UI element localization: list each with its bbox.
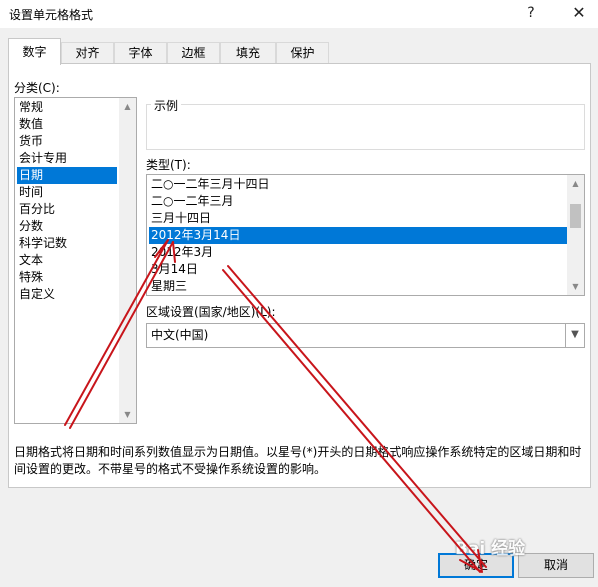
scroll-up-icon[interactable]: ▲ xyxy=(119,98,136,115)
locale-select[interactable]: 中文(中国) ▼ xyxy=(146,323,585,348)
baidu-watermark: Bai 经验 xyxy=(455,539,526,559)
category-item[interactable]: 会计专用 xyxy=(17,150,119,167)
type-list[interactable]: 二○一二年三月十四日 二○一二年三月 三月十四日 2012年3月14日 2012… xyxy=(146,174,585,296)
category-item[interactable]: 自定义 xyxy=(17,286,119,303)
scroll-down-icon[interactable]: ▼ xyxy=(567,278,584,295)
category-scrollbar[interactable]: ▲ ▼ xyxy=(119,98,136,423)
type-item[interactable]: 2012年3月 xyxy=(149,244,563,261)
scroll-thumb[interactable] xyxy=(570,204,581,228)
category-item[interactable]: 百分比 xyxy=(17,201,119,218)
cancel-button[interactable]: 取消 xyxy=(518,553,594,578)
format-description: 日期格式将日期和时间系列数值显示为日期值。以星号(*)开头的日期格式响应操作系统… xyxy=(14,445,582,476)
dialog-title: 设置单元格格式 xyxy=(9,8,94,22)
category-item[interactable]: 科学记数 xyxy=(17,235,119,252)
tab-font[interactable]: 字体 xyxy=(114,42,167,64)
category-list[interactable]: 常规 数值 货币 会计专用 日期 时间 百分比 分数 科学记数 文本 特殊 自定… xyxy=(14,97,137,424)
tab-fill[interactable]: 填充 xyxy=(220,42,276,64)
category-item[interactable]: 特殊 xyxy=(17,269,119,286)
category-item[interactable]: 文本 xyxy=(17,252,119,269)
type-scrollbar[interactable]: ▲ ▼ xyxy=(567,175,584,295)
locale-label: 区域设置(国家/地区)(L): xyxy=(146,305,276,319)
locale-value: 中文(中国) xyxy=(151,328,209,342)
category-label: 分类(C): xyxy=(14,81,60,95)
category-item[interactable]: 数值 xyxy=(17,116,119,133)
help-button[interactable]: ? xyxy=(518,1,544,25)
type-item[interactable]: 二○一二年三月十四日 xyxy=(149,176,563,193)
sample-label: 示例 xyxy=(151,97,182,114)
type-item-selected[interactable]: 2012年3月14日 xyxy=(149,227,567,244)
type-item[interactable]: 星期三 xyxy=(149,278,563,295)
scroll-up-icon[interactable]: ▲ xyxy=(567,175,584,192)
scroll-down-icon[interactable]: ▼ xyxy=(119,406,136,423)
type-item[interactable]: 3月14日 xyxy=(149,261,563,278)
category-item-selected[interactable]: 日期 xyxy=(17,167,117,184)
category-item[interactable]: 常规 xyxy=(17,99,119,116)
category-item[interactable]: 分数 xyxy=(17,218,119,235)
title-bar: 设置单元格格式 ? ✕ xyxy=(0,0,598,28)
category-item[interactable]: 货币 xyxy=(17,133,119,150)
type-item[interactable]: 三月十四日 xyxy=(149,210,563,227)
tab-border[interactable]: 边框 xyxy=(167,42,220,64)
close-button[interactable]: ✕ xyxy=(566,1,592,25)
tab-alignment[interactable]: 对齐 xyxy=(61,42,114,64)
category-item[interactable]: 时间 xyxy=(17,184,119,201)
sample-group xyxy=(146,104,585,150)
tab-protection[interactable]: 保护 xyxy=(276,42,329,64)
chevron-down-icon[interactable]: ▼ xyxy=(565,324,584,347)
type-item[interactable]: 二○一二年三月 xyxy=(149,193,563,210)
type-label: 类型(T): xyxy=(146,158,191,172)
tab-number[interactable]: 数字 xyxy=(8,38,61,65)
